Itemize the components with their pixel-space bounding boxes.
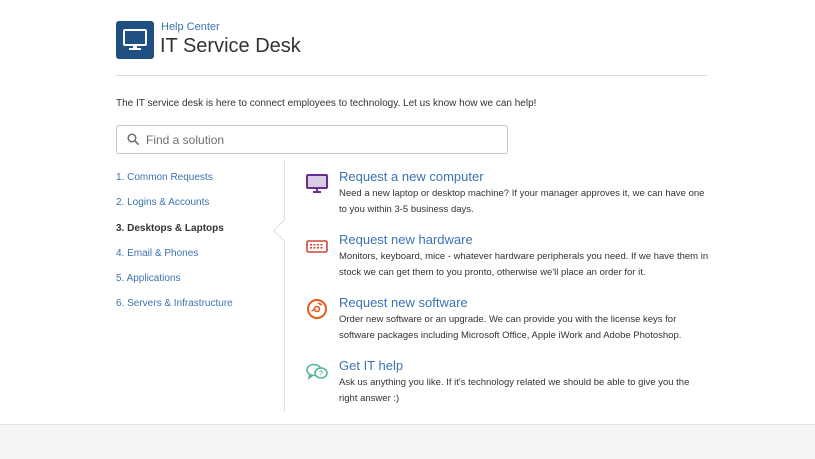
search-icon [127,133,139,145]
request-description: Ask us anything you like. If it's techno… [339,377,690,404]
page-title: IT Service Desk [160,35,301,57]
monitor-icon [306,174,328,193]
help-center-link[interactable]: Help Center [161,21,220,34]
category-email-phones[interactable]: 4. Email & Phones [116,246,284,271]
keyboard-icon [306,240,328,253]
search-box[interactable] [116,125,508,154]
monitor-logo-icon [123,29,147,50]
category-nav: 1. Common Requests 2. Logins & Accounts … [116,170,284,322]
request-description: Monitors, keyboard, mice - whatever hard… [339,251,709,278]
chat-help-icon: ? [306,363,328,380]
search-input[interactable] [144,129,498,151]
page-footer [0,424,815,459]
category-logins-accounts[interactable]: 2. Logins & Accounts [116,195,284,220]
request-title[interactable]: Request a new computer [339,169,484,185]
intro-text: The IT service desk is here to connect e… [116,98,537,109]
category-servers-infrastructure[interactable]: 6. Servers & Infrastructure [116,296,284,321]
software-disc-icon [307,299,327,319]
category-applications[interactable]: 5. Applications [116,271,284,296]
request-title[interactable]: Request new software [339,295,468,311]
nav-separator [284,160,285,412]
category-desktops-laptops[interactable]: 3. Desktops & Laptops [116,221,284,246]
svg-text:?: ? [319,371,323,378]
portal-page: Help Center IT Service Desk The IT servi… [0,0,815,424]
request-description: Need a new laptop or desktop machine? If… [339,188,705,215]
request-title[interactable]: Get IT help [339,358,403,374]
request-description: Order new software or an upgrade. We can… [339,314,682,341]
request-title[interactable]: Request new hardware [339,232,473,248]
category-common-requests[interactable]: 1. Common Requests [116,170,284,195]
header-divider [116,75,707,76]
service-desk-logo[interactable] [116,21,154,59]
